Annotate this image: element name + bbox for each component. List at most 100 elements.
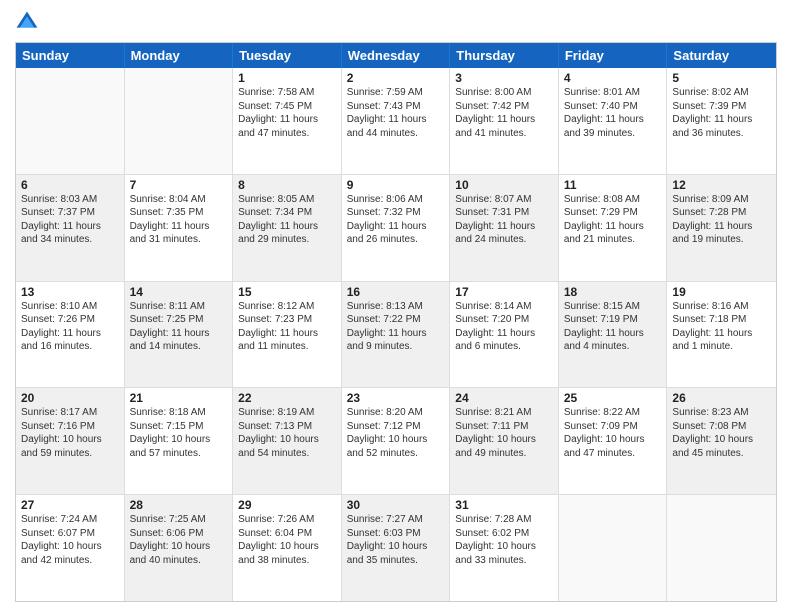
day-info: Sunrise: 8:09 AM Sunset: 7:28 PM Dayligh…	[672, 193, 771, 247]
day-info: Sunrise: 8:16 AM Sunset: 7:18 PM Dayligh…	[672, 300, 771, 354]
calendar: SundayMondayTuesdayWednesdayThursdayFrid…	[15, 42, 777, 602]
calendar-cell: 22Sunrise: 8:19 AM Sunset: 7:13 PM Dayli…	[233, 388, 342, 494]
day-info: Sunrise: 7:59 AM Sunset: 7:43 PM Dayligh…	[347, 86, 445, 140]
day-number: 24	[455, 391, 553, 405]
day-info: Sunrise: 8:07 AM Sunset: 7:31 PM Dayligh…	[455, 193, 553, 247]
calendar-cell: 11Sunrise: 8:08 AM Sunset: 7:29 PM Dayli…	[559, 175, 668, 281]
day-info: Sunrise: 8:21 AM Sunset: 7:11 PM Dayligh…	[455, 406, 553, 460]
day-number: 16	[347, 285, 445, 299]
calendar-cell: 31Sunrise: 7:28 AM Sunset: 6:02 PM Dayli…	[450, 495, 559, 601]
calendar-cell: 19Sunrise: 8:16 AM Sunset: 7:18 PM Dayli…	[667, 282, 776, 388]
calendar-cell: 20Sunrise: 8:17 AM Sunset: 7:16 PM Dayli…	[16, 388, 125, 494]
day-number: 22	[238, 391, 336, 405]
weekday-header-tuesday: Tuesday	[233, 43, 342, 68]
day-number: 3	[455, 71, 553, 85]
day-number: 30	[347, 498, 445, 512]
calendar-cell: 30Sunrise: 7:27 AM Sunset: 6:03 PM Dayli…	[342, 495, 451, 601]
day-info: Sunrise: 8:18 AM Sunset: 7:15 PM Dayligh…	[130, 406, 228, 460]
weekday-header-friday: Friday	[559, 43, 668, 68]
day-number: 28	[130, 498, 228, 512]
calendar-cell: 25Sunrise: 8:22 AM Sunset: 7:09 PM Dayli…	[559, 388, 668, 494]
calendar-cell: 3Sunrise: 8:00 AM Sunset: 7:42 PM Daylig…	[450, 68, 559, 174]
calendar-cell: 26Sunrise: 8:23 AM Sunset: 7:08 PM Dayli…	[667, 388, 776, 494]
calendar-cell: 12Sunrise: 8:09 AM Sunset: 7:28 PM Dayli…	[667, 175, 776, 281]
calendar-row-2: 13Sunrise: 8:10 AM Sunset: 7:26 PM Dayli…	[16, 282, 776, 389]
day-info: Sunrise: 8:23 AM Sunset: 7:08 PM Dayligh…	[672, 406, 771, 460]
day-number: 25	[564, 391, 662, 405]
day-info: Sunrise: 8:11 AM Sunset: 7:25 PM Dayligh…	[130, 300, 228, 354]
weekday-header-thursday: Thursday	[450, 43, 559, 68]
calendar-cell: 9Sunrise: 8:06 AM Sunset: 7:32 PM Daylig…	[342, 175, 451, 281]
day-info: Sunrise: 8:22 AM Sunset: 7:09 PM Dayligh…	[564, 406, 662, 460]
day-info: Sunrise: 8:03 AM Sunset: 7:37 PM Dayligh…	[21, 193, 119, 247]
calendar-row-1: 6Sunrise: 8:03 AM Sunset: 7:37 PM Daylig…	[16, 175, 776, 282]
day-info: Sunrise: 8:14 AM Sunset: 7:20 PM Dayligh…	[455, 300, 553, 354]
day-number: 18	[564, 285, 662, 299]
calendar-cell: 5Sunrise: 8:02 AM Sunset: 7:39 PM Daylig…	[667, 68, 776, 174]
calendar-cell	[16, 68, 125, 174]
day-number: 11	[564, 178, 662, 192]
day-number: 7	[130, 178, 228, 192]
calendar-cell: 29Sunrise: 7:26 AM Sunset: 6:04 PM Dayli…	[233, 495, 342, 601]
day-number: 15	[238, 285, 336, 299]
day-number: 27	[21, 498, 119, 512]
day-number: 21	[130, 391, 228, 405]
calendar-cell: 18Sunrise: 8:15 AM Sunset: 7:19 PM Dayli…	[559, 282, 668, 388]
day-number: 2	[347, 71, 445, 85]
day-number: 26	[672, 391, 771, 405]
calendar-cell: 15Sunrise: 8:12 AM Sunset: 7:23 PM Dayli…	[233, 282, 342, 388]
day-number: 20	[21, 391, 119, 405]
calendar-cell: 17Sunrise: 8:14 AM Sunset: 7:20 PM Dayli…	[450, 282, 559, 388]
day-info: Sunrise: 8:15 AM Sunset: 7:19 PM Dayligh…	[564, 300, 662, 354]
calendar-cell: 27Sunrise: 7:24 AM Sunset: 6:07 PM Dayli…	[16, 495, 125, 601]
calendar-cell: 14Sunrise: 8:11 AM Sunset: 7:25 PM Dayli…	[125, 282, 234, 388]
day-info: Sunrise: 8:01 AM Sunset: 7:40 PM Dayligh…	[564, 86, 662, 140]
day-number: 13	[21, 285, 119, 299]
day-info: Sunrise: 7:27 AM Sunset: 6:03 PM Dayligh…	[347, 513, 445, 567]
calendar-cell: 4Sunrise: 8:01 AM Sunset: 7:40 PM Daylig…	[559, 68, 668, 174]
day-number: 17	[455, 285, 553, 299]
day-number: 29	[238, 498, 336, 512]
calendar-cell: 2Sunrise: 7:59 AM Sunset: 7:43 PM Daylig…	[342, 68, 451, 174]
day-info: Sunrise: 8:06 AM Sunset: 7:32 PM Dayligh…	[347, 193, 445, 247]
day-info: Sunrise: 7:24 AM Sunset: 6:07 PM Dayligh…	[21, 513, 119, 567]
calendar-header: SundayMondayTuesdayWednesdayThursdayFrid…	[16, 43, 776, 68]
calendar-cell	[667, 495, 776, 601]
day-number: 8	[238, 178, 336, 192]
day-info: Sunrise: 8:00 AM Sunset: 7:42 PM Dayligh…	[455, 86, 553, 140]
day-number: 5	[672, 71, 771, 85]
header	[15, 10, 777, 34]
weekday-header-saturday: Saturday	[667, 43, 776, 68]
calendar-body: 1Sunrise: 7:58 AM Sunset: 7:45 PM Daylig…	[16, 68, 776, 601]
calendar-cell: 13Sunrise: 8:10 AM Sunset: 7:26 PM Dayli…	[16, 282, 125, 388]
calendar-cell: 28Sunrise: 7:25 AM Sunset: 6:06 PM Dayli…	[125, 495, 234, 601]
day-info: Sunrise: 8:17 AM Sunset: 7:16 PM Dayligh…	[21, 406, 119, 460]
day-number: 19	[672, 285, 771, 299]
calendar-cell	[125, 68, 234, 174]
day-number: 1	[238, 71, 336, 85]
calendar-cell: 23Sunrise: 8:20 AM Sunset: 7:12 PM Dayli…	[342, 388, 451, 494]
calendar-cell: 21Sunrise: 8:18 AM Sunset: 7:15 PM Dayli…	[125, 388, 234, 494]
day-number: 31	[455, 498, 553, 512]
day-number: 23	[347, 391, 445, 405]
calendar-cell: 6Sunrise: 8:03 AM Sunset: 7:37 PM Daylig…	[16, 175, 125, 281]
calendar-cell: 1Sunrise: 7:58 AM Sunset: 7:45 PM Daylig…	[233, 68, 342, 174]
day-info: Sunrise: 8:19 AM Sunset: 7:13 PM Dayligh…	[238, 406, 336, 460]
day-info: Sunrise: 7:28 AM Sunset: 6:02 PM Dayligh…	[455, 513, 553, 567]
logo	[15, 10, 43, 34]
day-info: Sunrise: 8:10 AM Sunset: 7:26 PM Dayligh…	[21, 300, 119, 354]
calendar-cell: 7Sunrise: 8:04 AM Sunset: 7:35 PM Daylig…	[125, 175, 234, 281]
calendar-cell: 8Sunrise: 8:05 AM Sunset: 7:34 PM Daylig…	[233, 175, 342, 281]
day-number: 14	[130, 285, 228, 299]
calendar-row-4: 27Sunrise: 7:24 AM Sunset: 6:07 PM Dayli…	[16, 495, 776, 601]
day-info: Sunrise: 8:04 AM Sunset: 7:35 PM Dayligh…	[130, 193, 228, 247]
day-info: Sunrise: 8:12 AM Sunset: 7:23 PM Dayligh…	[238, 300, 336, 354]
day-number: 6	[21, 178, 119, 192]
day-number: 4	[564, 71, 662, 85]
day-info: Sunrise: 8:02 AM Sunset: 7:39 PM Dayligh…	[672, 86, 771, 140]
day-number: 9	[347, 178, 445, 192]
day-number: 12	[672, 178, 771, 192]
day-info: Sunrise: 8:08 AM Sunset: 7:29 PM Dayligh…	[564, 193, 662, 247]
page: SundayMondayTuesdayWednesdayThursdayFrid…	[0, 0, 792, 612]
calendar-row-0: 1Sunrise: 7:58 AM Sunset: 7:45 PM Daylig…	[16, 68, 776, 175]
